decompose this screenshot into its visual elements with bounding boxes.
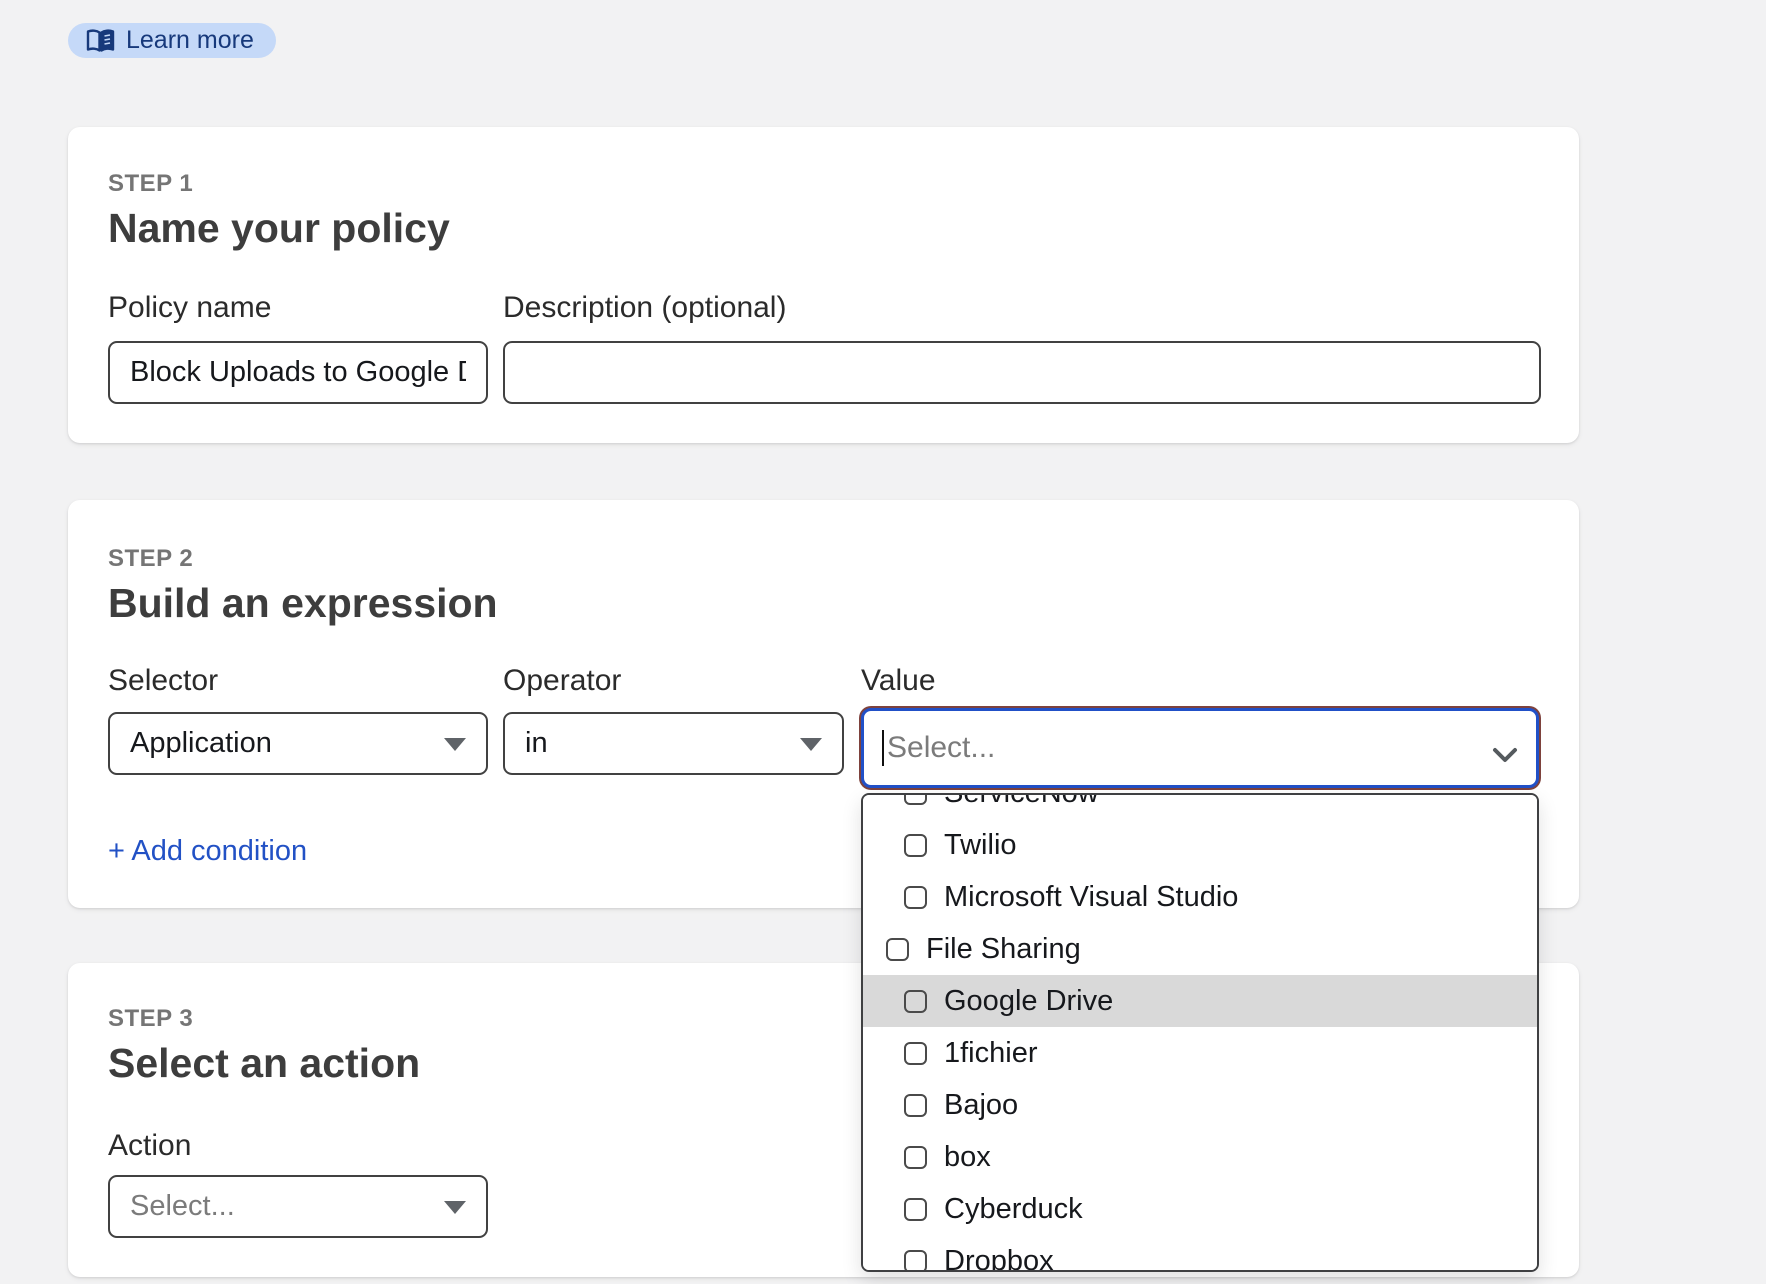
checkbox-icon[interactable] xyxy=(904,1094,927,1117)
step1-title: Name your policy xyxy=(108,205,450,252)
step2-title: Build an expression xyxy=(108,580,498,627)
value-combobox[interactable]: Select... xyxy=(861,708,1539,788)
value-label: Value xyxy=(861,663,936,699)
action-placeholder: Select... xyxy=(130,1190,235,1223)
checkbox-icon[interactable] xyxy=(904,793,927,805)
dropdown-option[interactable]: box xyxy=(863,1131,1537,1183)
checkbox-icon[interactable] xyxy=(904,1250,927,1273)
selector-select[interactable]: Application xyxy=(108,712,488,775)
dropdown-option[interactable]: Cyberduck xyxy=(863,1183,1537,1235)
operator-select[interactable]: in xyxy=(503,712,844,775)
application-dropdown-list: ServiceNow Twilio Microsoft Visual Studi… xyxy=(863,793,1537,1272)
add-condition-link[interactable]: + Add condition xyxy=(108,835,307,868)
policy-builder-screen: Learn more STEP 1 Name your policy Polic… xyxy=(0,0,1766,1284)
value-placeholder: Select... xyxy=(887,731,995,765)
dropdown-option[interactable]: Dropbox xyxy=(863,1235,1537,1272)
checkbox-icon[interactable] xyxy=(886,938,909,961)
triangle-down-icon xyxy=(444,1201,466,1214)
dropdown-option[interactable]: Google Drive xyxy=(863,975,1537,1027)
dropdown-option-label: File Sharing xyxy=(926,933,1081,966)
triangle-down-icon xyxy=(800,738,822,751)
action-label: Action xyxy=(108,1128,191,1164)
dropdown-option-label: Microsoft Visual Studio xyxy=(944,881,1238,914)
action-select[interactable]: Select... xyxy=(108,1175,488,1238)
description-label: Description (optional) xyxy=(503,290,786,326)
dropdown-option-label: Twilio xyxy=(944,829,1017,862)
dropdown-option-label: 1fichier xyxy=(944,1037,1038,1070)
checkbox-icon[interactable] xyxy=(904,990,927,1013)
step3-eyebrow: STEP 3 xyxy=(108,1005,193,1033)
chevron-down-icon xyxy=(1492,738,1518,772)
step3-title: Select an action xyxy=(108,1040,420,1087)
selector-label: Selector xyxy=(108,663,218,699)
dropdown-option[interactable]: Microsoft Visual Studio xyxy=(863,871,1537,923)
dropdown-option[interactable]: ServiceNow xyxy=(863,793,1537,819)
checkbox-icon[interactable] xyxy=(904,886,927,909)
policy-name-input[interactable] xyxy=(108,341,488,404)
dropdown-option-label: Bajoo xyxy=(944,1089,1018,1122)
selector-value: Application xyxy=(130,727,272,760)
triangle-down-icon xyxy=(444,738,466,751)
operator-label: Operator xyxy=(503,663,621,699)
step2-eyebrow: STEP 2 xyxy=(108,545,193,573)
learn-more-button[interactable]: Learn more xyxy=(68,23,276,58)
dropdown-option[interactable]: File Sharing xyxy=(863,923,1537,975)
description-input[interactable] xyxy=(503,341,1541,404)
step1-card: STEP 1 Name your policy Policy name Desc… xyxy=(68,127,1579,443)
dropdown-option-label: ServiceNow xyxy=(944,793,1099,810)
checkbox-icon[interactable] xyxy=(904,834,927,857)
dropdown-option[interactable]: 1fichier xyxy=(863,1027,1537,1079)
dropdown-option[interactable]: Bajoo xyxy=(863,1079,1537,1131)
text-caret xyxy=(882,730,884,766)
policy-name-label: Policy name xyxy=(108,290,271,326)
book-open-icon xyxy=(86,29,115,53)
step1-eyebrow: STEP 1 xyxy=(108,170,193,198)
checkbox-icon[interactable] xyxy=(904,1146,927,1169)
dropdown-option-label: Cyberduck xyxy=(944,1193,1083,1226)
dropdown-option-label: Google Drive xyxy=(944,985,1113,1018)
operator-value: in xyxy=(525,727,548,760)
application-dropdown: ServiceNow Twilio Microsoft Visual Studi… xyxy=(861,793,1539,1272)
learn-more-label: Learn more xyxy=(126,23,254,58)
dropdown-option-label: Dropbox xyxy=(944,1245,1054,1273)
dropdown-option-label: box xyxy=(944,1141,991,1174)
dropdown-option[interactable]: Twilio xyxy=(863,819,1537,871)
checkbox-icon[interactable] xyxy=(904,1198,927,1221)
checkbox-icon[interactable] xyxy=(904,1042,927,1065)
